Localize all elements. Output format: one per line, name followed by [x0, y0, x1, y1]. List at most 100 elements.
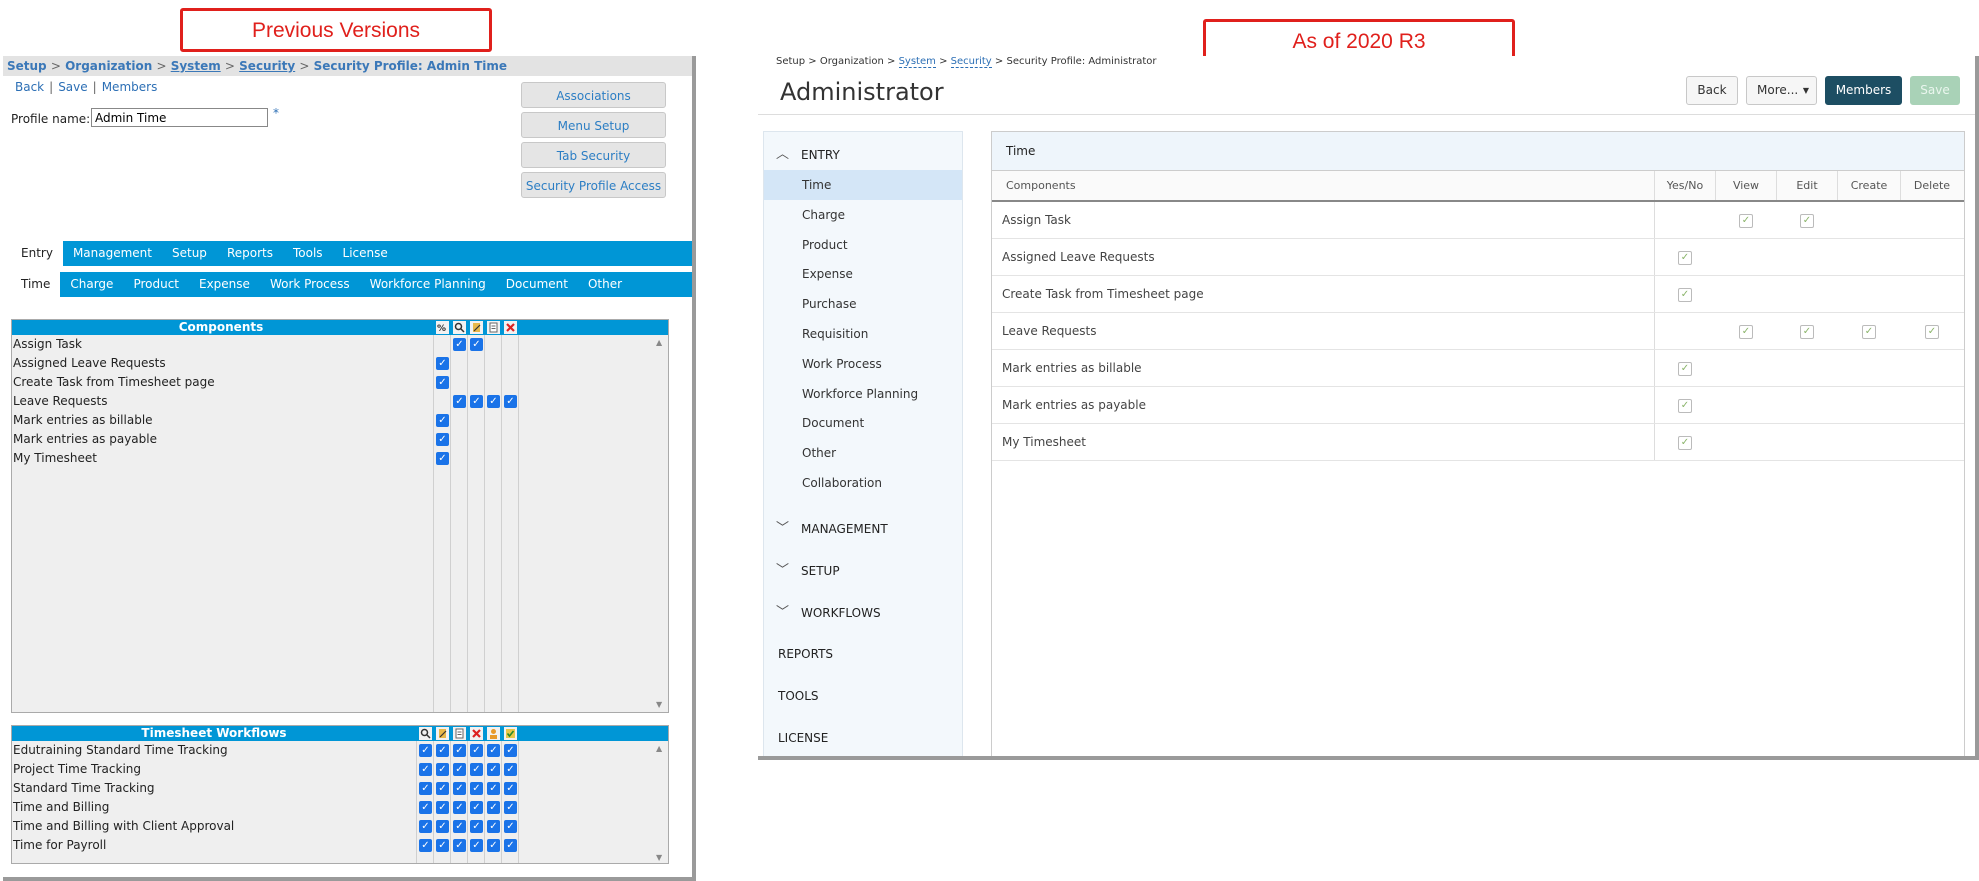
new-crumb-organization[interactable]: Organization — [820, 56, 884, 67]
old-subtab-other[interactable]: Other — [578, 272, 632, 297]
checkbox[interactable]: ✓ — [419, 801, 432, 814]
old-crumb-organization[interactable]: Organization — [65, 59, 152, 73]
old-profile-name-input[interactable] — [91, 108, 268, 127]
checkbox[interactable]: ✓ — [1678, 251, 1692, 265]
associations-button[interactable]: Associations — [521, 82, 666, 108]
checkbox[interactable]: ✓ — [470, 801, 483, 814]
checkbox[interactable]: ✓ — [436, 820, 449, 833]
checkbox[interactable]: ✓ — [436, 376, 449, 389]
checkbox[interactable]: ✓ — [487, 782, 500, 795]
sidebar-item-reports[interactable]: REPORTS — [778, 647, 833, 661]
old-crumb-security[interactable]: Security — [239, 59, 295, 73]
checkbox[interactable]: ✓ — [453, 744, 466, 757]
sidebar-section-setup[interactable]: ﹀ SETUP — [764, 556, 964, 586]
old-tab-management[interactable]: Management — [63, 241, 162, 266]
checkbox[interactable]: ✓ — [453, 763, 466, 776]
sidebar-item-other[interactable]: Other — [764, 438, 962, 468]
checkbox[interactable]: ✓ — [487, 763, 500, 776]
sidebar-item-tools[interactable]: TOOLS — [778, 689, 819, 703]
checkbox[interactable]: ✓ — [1862, 325, 1876, 339]
checkbox[interactable]: ✓ — [436, 433, 449, 446]
old-tab-reports[interactable]: Reports — [217, 241, 283, 266]
checkbox[interactable]: ✓ — [470, 763, 483, 776]
old-tab-setup[interactable]: Setup — [162, 241, 217, 266]
new-crumb-security[interactable]: Security — [950, 56, 992, 68]
checkbox[interactable]: ✓ — [453, 395, 466, 408]
checkbox[interactable]: ✓ — [470, 338, 483, 351]
checkbox[interactable]: ✓ — [470, 839, 483, 852]
back-button[interactable]: Back — [1686, 76, 1738, 105]
sidebar-section-entry[interactable]: ︿ ENTRY — [764, 140, 964, 170]
checkbox[interactable]: ✓ — [453, 782, 466, 795]
checkbox[interactable]: ✓ — [419, 839, 432, 852]
checkbox[interactable]: ✓ — [419, 763, 432, 776]
more-dropdown-button[interactable]: More... ▼ — [1746, 76, 1817, 105]
checkbox[interactable]: ✓ — [487, 839, 500, 852]
sidebar-item-expense[interactable]: Expense — [764, 259, 962, 289]
new-crumb-setup[interactable]: Setup — [776, 56, 805, 67]
checkbox[interactable]: ✓ — [436, 763, 449, 776]
members-button[interactable]: Members — [1825, 76, 1902, 105]
sidebar-item-work-process[interactable]: Work Process — [764, 349, 962, 379]
checkbox[interactable]: ✓ — [487, 395, 500, 408]
scroll-up-arrow-icon[interactable]: ▲ — [656, 338, 666, 347]
checkbox[interactable]: ✓ — [504, 395, 517, 408]
checkbox[interactable]: ✓ — [1678, 288, 1692, 302]
checkbox[interactable]: ✓ — [453, 801, 466, 814]
checkbox[interactable]: ✓ — [436, 357, 449, 370]
sidebar-item-collaboration[interactable]: Collaboration — [764, 468, 962, 498]
checkbox[interactable]: ✓ — [419, 782, 432, 795]
sidebar-section-workflows[interactable]: ﹀ WORKFLOWS — [764, 598, 964, 628]
checkbox[interactable]: ✓ — [487, 744, 500, 757]
checkbox[interactable]: ✓ — [504, 820, 517, 833]
old-save-link[interactable]: Save — [58, 80, 87, 94]
checkbox[interactable]: ✓ — [1678, 362, 1692, 376]
old-subtab-work-process[interactable]: Work Process — [260, 272, 360, 297]
save-button[interactable]: Save — [1910, 76, 1960, 105]
checkbox[interactable]: ✓ — [470, 744, 483, 757]
scroll-down-arrow-icon[interactable]: ▼ — [656, 700, 666, 709]
checkbox[interactable]: ✓ — [504, 744, 517, 757]
checkbox[interactable]: ✓ — [504, 763, 517, 776]
checkbox[interactable]: ✓ — [470, 782, 483, 795]
checkbox[interactable]: ✓ — [1739, 214, 1753, 228]
sidebar-item-time[interactable]: Time — [764, 170, 962, 200]
checkbox[interactable]: ✓ — [436, 782, 449, 795]
old-tab-tools[interactable]: Tools — [283, 241, 333, 266]
checkbox[interactable]: ✓ — [470, 820, 483, 833]
checkbox[interactable]: ✓ — [487, 801, 500, 814]
sidebar-item-license[interactable]: LICENSE — [778, 731, 828, 745]
checkbox[interactable]: ✓ — [1800, 214, 1814, 228]
checkbox[interactable]: ✓ — [453, 338, 466, 351]
checkbox[interactable]: ✓ — [436, 744, 449, 757]
checkbox[interactable]: ✓ — [436, 414, 449, 427]
security-profile-access-button[interactable]: Security Profile Access — [521, 172, 666, 198]
checkbox[interactable]: ✓ — [453, 820, 466, 833]
old-tab-entry[interactable]: Entry — [11, 241, 63, 266]
tab-security-button[interactable]: Tab Security — [521, 142, 666, 168]
sidebar-item-workforce-planning[interactable]: Workforce Planning — [764, 379, 962, 409]
checkbox[interactable]: ✓ — [504, 782, 517, 795]
menu-setup-button[interactable]: Menu Setup — [521, 112, 666, 138]
checkbox[interactable]: ✓ — [1925, 325, 1939, 339]
sidebar-item-requisition[interactable]: Requisition — [764, 319, 962, 349]
checkbox[interactable]: ✓ — [487, 820, 500, 833]
checkbox[interactable]: ✓ — [470, 395, 483, 408]
old-members-link[interactable]: Members — [102, 80, 158, 94]
checkbox[interactable]: ✓ — [1800, 325, 1814, 339]
old-subtab-product[interactable]: Product — [123, 272, 189, 297]
checkbox[interactable]: ✓ — [419, 744, 432, 757]
checkbox[interactable]: ✓ — [1678, 399, 1692, 413]
checkbox[interactable]: ✓ — [436, 452, 449, 465]
sidebar-section-management[interactable]: ﹀ MANAGEMENT — [764, 514, 964, 544]
checkbox[interactable]: ✓ — [436, 801, 449, 814]
old-crumb-setup[interactable]: Setup — [7, 59, 47, 73]
old-subtab-document[interactable]: Document — [496, 272, 578, 297]
checkbox[interactable]: ✓ — [1678, 436, 1692, 450]
checkbox[interactable]: ✓ — [1739, 325, 1753, 339]
old-subtab-expense[interactable]: Expense — [189, 272, 260, 297]
checkbox[interactable]: ✓ — [436, 839, 449, 852]
sidebar-item-product[interactable]: Product — [764, 230, 962, 260]
checkbox[interactable]: ✓ — [504, 839, 517, 852]
new-crumb-system[interactable]: System — [898, 56, 936, 68]
